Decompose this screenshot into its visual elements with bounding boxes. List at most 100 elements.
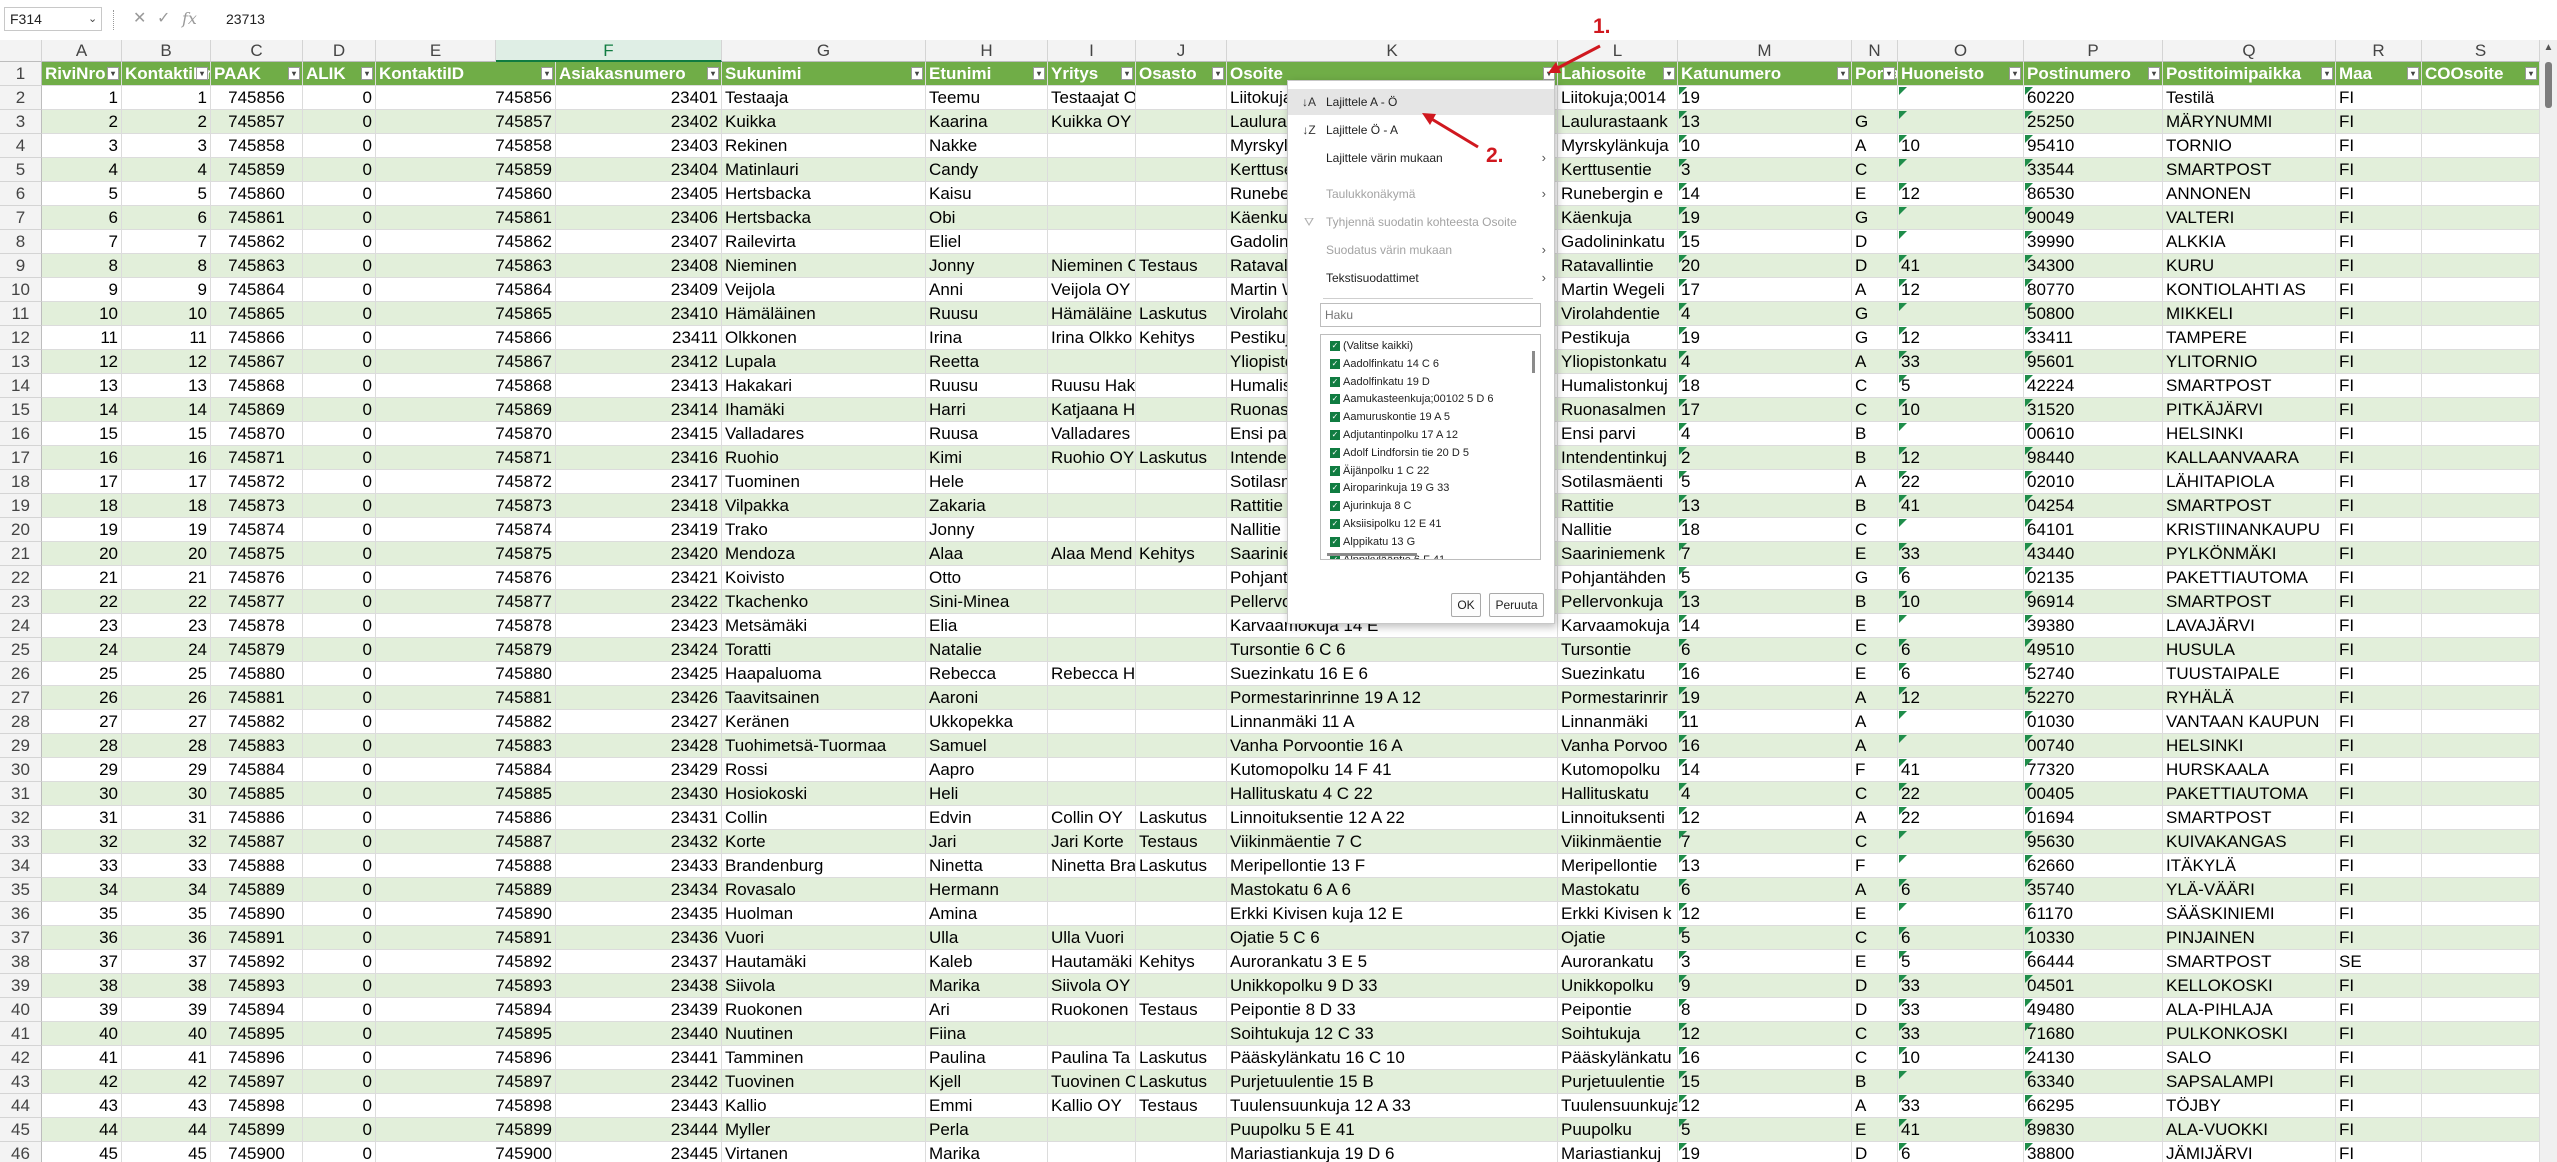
cell[interactable]: Tuominen xyxy=(722,470,926,494)
list-scrollbar[interactable] xyxy=(1530,339,1538,555)
cell[interactable]: Viikinmäentie xyxy=(1558,830,1678,854)
cell[interactable]: 33411 xyxy=(2024,326,2163,350)
cell[interactable]: 22 xyxy=(1898,806,2024,830)
cell[interactable]: Sini-Minea xyxy=(926,590,1048,614)
cell[interactable]: 745898 xyxy=(211,1094,303,1118)
cell[interactable] xyxy=(1898,110,2024,134)
cell[interactable]: 6 xyxy=(1898,878,2024,902)
cell[interactable]: PAKETTIAUTOMA xyxy=(2163,566,2336,590)
cell[interactable]: 4 xyxy=(1678,302,1852,326)
cell[interactable]: FI xyxy=(2336,662,2422,686)
cell[interactable]: 20 xyxy=(122,542,211,566)
cell[interactable]: Keränen xyxy=(722,710,926,734)
cell[interactable]: Virtanen xyxy=(722,1142,926,1162)
cell[interactable]: 745873 xyxy=(211,494,303,518)
cell[interactable]: 0 xyxy=(303,758,376,782)
cell[interactable]: F xyxy=(1852,758,1898,782)
ok-button[interactable]: OK xyxy=(1451,593,1481,617)
cell[interactable]: 33 xyxy=(122,854,211,878)
cell[interactable]: 23437 xyxy=(556,950,722,974)
cell[interactable]: 33 xyxy=(1898,542,2024,566)
cell[interactable]: 19 xyxy=(1678,686,1852,710)
cell[interactable]: 745870 xyxy=(376,422,556,446)
cell[interactable]: 745890 xyxy=(376,902,556,926)
cell[interactable]: 23424 xyxy=(556,638,722,662)
filter-dropdown-icon[interactable]: ▾ xyxy=(2009,67,2021,80)
cell[interactable]: 10 xyxy=(1678,134,1852,158)
cell[interactable] xyxy=(1136,710,1227,734)
cell[interactable]: 32 xyxy=(42,830,122,854)
cell[interactable]: Lupala xyxy=(722,350,926,374)
column-header-r[interactable]: R xyxy=(2336,40,2422,62)
cell[interactable]: 18 xyxy=(1678,374,1852,398)
cell[interactable]: Kuikka OY xyxy=(1048,110,1136,134)
error-indicator-icon[interactable] xyxy=(2025,999,2033,1007)
cell[interactable] xyxy=(1048,710,1136,734)
cell[interactable]: KUIVAKANGAS xyxy=(2163,830,2336,854)
error-indicator-icon[interactable] xyxy=(2025,1119,2033,1127)
cell[interactable] xyxy=(1136,1118,1227,1142)
cell[interactable]: 32 xyxy=(122,830,211,854)
cell[interactable]: Testaajat O xyxy=(1048,86,1136,110)
cell[interactable]: Laskutus xyxy=(1136,302,1227,326)
cell[interactable]: 23420 xyxy=(556,542,722,566)
cell[interactable]: 18 xyxy=(122,494,211,518)
cell[interactable]: 9 xyxy=(122,278,211,302)
scroll-thumb[interactable] xyxy=(1327,553,1417,556)
scroll-thumb[interactable] xyxy=(1532,351,1535,373)
cell[interactable]: 745897 xyxy=(376,1070,556,1094)
error-indicator-icon[interactable] xyxy=(1899,591,1907,599)
cell[interactable]: 23439 xyxy=(556,998,722,1022)
cell[interactable]: Kaleb xyxy=(926,950,1048,974)
cell[interactable]: Hosiokoski xyxy=(722,782,926,806)
error-indicator-icon[interactable] xyxy=(1899,303,1907,311)
cell[interactable]: Erkki Kivisen kuja 12 E xyxy=(1227,902,1558,926)
error-indicator-icon[interactable] xyxy=(1899,1143,1907,1151)
cell[interactable] xyxy=(1048,470,1136,494)
cell[interactable]: 3 xyxy=(1678,158,1852,182)
cell[interactable]: Paulina xyxy=(926,1046,1048,1070)
select-all-corner[interactable] xyxy=(0,40,42,62)
cell[interactable]: 31 xyxy=(122,806,211,830)
cell[interactable]: 745881 xyxy=(211,686,303,710)
cell[interactable]: Viikinmäentie 7 C xyxy=(1227,830,1558,854)
cell[interactable] xyxy=(1048,638,1136,662)
cell[interactable]: 6 xyxy=(1898,638,2024,662)
cell[interactable]: Peipontie 8 D 33 xyxy=(1227,998,1558,1022)
error-indicator-icon[interactable] xyxy=(2025,1095,2033,1103)
cell[interactable]: E xyxy=(1852,182,1898,206)
cell[interactable] xyxy=(1048,134,1136,158)
cell[interactable]: ALKKIA xyxy=(2163,230,2336,254)
cell[interactable]: 35 xyxy=(122,902,211,926)
cell[interactable]: Ihamäki xyxy=(722,398,926,422)
cell[interactable]: 0 xyxy=(303,1094,376,1118)
cell[interactable]: 745877 xyxy=(211,590,303,614)
filter-dropdown-icon[interactable]: ▾ xyxy=(2321,67,2333,80)
cell[interactable]: C xyxy=(1852,830,1898,854)
cell[interactable]: FI xyxy=(2336,806,2422,830)
filter-menu-item[interactable]: Taulukkonäkymä › xyxy=(1288,181,1554,207)
cell[interactable]: MÄRYNUMMI xyxy=(2163,110,2336,134)
cell[interactable]: 33 xyxy=(1898,1094,2024,1118)
cell[interactable] xyxy=(2422,662,2540,686)
row-number[interactable]: 45 xyxy=(0,1118,42,1142)
filter-dropdown-icon[interactable]: ▾ xyxy=(707,67,719,80)
cell[interactable]: 745893 xyxy=(376,974,556,998)
cell[interactable]: 23419 xyxy=(556,518,722,542)
cell[interactable]: Paulina Ta xyxy=(1048,1046,1136,1070)
cell[interactable]: 0 xyxy=(303,278,376,302)
cell[interactable]: 20 xyxy=(42,542,122,566)
row-number[interactable]: 14 xyxy=(0,374,42,398)
error-indicator-icon[interactable] xyxy=(1679,447,1687,455)
cell[interactable]: RYHÄLÄ xyxy=(2163,686,2336,710)
cell[interactable]: 66444 xyxy=(2024,950,2163,974)
cell[interactable]: Irina Olkko xyxy=(1048,326,1136,350)
cell[interactable]: 12 xyxy=(1898,278,2024,302)
cell[interactable]: 13 xyxy=(1678,590,1852,614)
cell[interactable]: 00405 xyxy=(2024,782,2163,806)
error-indicator-icon[interactable] xyxy=(2025,159,2033,167)
cell[interactable]: Vanha Porvoo xyxy=(1558,734,1678,758)
cell[interactable]: FI xyxy=(2336,446,2422,470)
cell[interactable]: 2 xyxy=(1678,446,1852,470)
cell[interactable]: 745880 xyxy=(376,662,556,686)
